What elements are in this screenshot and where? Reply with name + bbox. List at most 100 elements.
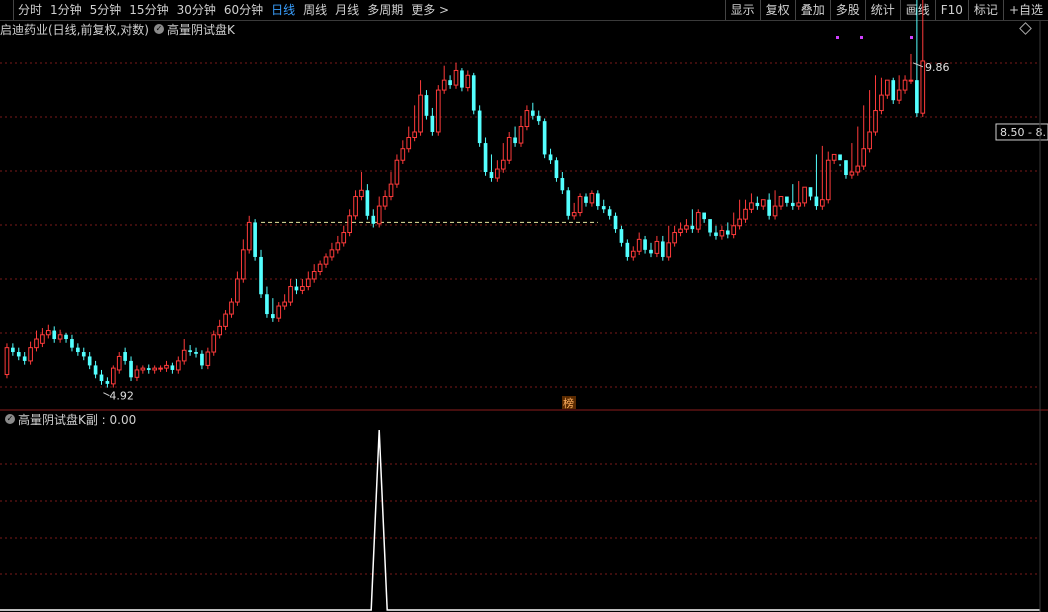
- candle: [353, 190, 358, 220]
- candle-body-down: [271, 314, 275, 319]
- candle-body-up: [158, 367, 163, 370]
- candle: [11, 343, 15, 356]
- candle-body-down: [424, 95, 429, 116]
- candle-body-up: [246, 221, 252, 251]
- candle-body-up: [45, 330, 51, 336]
- candle: [796, 181, 802, 210]
- candle: [506, 131, 512, 164]
- candle: [684, 219, 689, 233]
- candle: [323, 253, 329, 268]
- candle: [300, 278, 305, 295]
- candle-body-up: [441, 79, 447, 91]
- candle: [76, 343, 80, 356]
- candle-body-up: [831, 153, 837, 161]
- candle: [584, 193, 588, 207]
- candle-body-up: [825, 159, 831, 201]
- candle: [915, 0, 919, 117]
- candle-body-up: [353, 196, 358, 217]
- candle-body-up: [849, 171, 855, 176]
- candle-body-up: [867, 131, 872, 150]
- candle: [867, 90, 872, 153]
- candle: [265, 286, 269, 318]
- candle: [406, 126, 412, 153]
- candle-body-up: [465, 74, 471, 89]
- candle: [152, 365, 158, 374]
- candle-body-up: [873, 110, 878, 133]
- candle-body-up: [666, 242, 672, 258]
- candle-body-down: [542, 121, 547, 155]
- candle: [453, 62, 459, 89]
- candle-body-up: [134, 369, 140, 378]
- candle: [359, 172, 364, 201]
- candle-body-up: [341, 232, 347, 244]
- candle-body-up: [57, 334, 63, 340]
- candle: [376, 196, 382, 228]
- candle-body-up: [577, 196, 583, 214]
- candle: [772, 190, 778, 220]
- candle-body-up: [40, 334, 45, 344]
- candle-body-down: [554, 160, 559, 179]
- candle: [276, 302, 282, 322]
- candle-body-up: [276, 305, 282, 319]
- candle-body-down: [253, 222, 257, 257]
- candle: [271, 298, 275, 322]
- candle: [246, 215, 252, 254]
- candle: [920, 0, 926, 117]
- candle: [790, 184, 795, 210]
- candle-body-down: [87, 356, 92, 366]
- candle: [40, 328, 45, 348]
- candle-body-down: [702, 212, 706, 220]
- candle-body-down: [52, 330, 57, 340]
- candle-body-up: [229, 301, 234, 315]
- candle: [849, 143, 855, 179]
- candle: [305, 271, 311, 291]
- annotations-group: 9.86 4.92 8.50 - 8. 榜: [103, 36, 1048, 410]
- candle-body-down: [891, 80, 896, 101]
- candle-body-down: [785, 196, 789, 203]
- candle-body-down: [81, 352, 86, 357]
- candle-body-down: [660, 241, 665, 257]
- candle-body-up: [861, 148, 867, 167]
- candle: [495, 160, 500, 182]
- candle-body-down: [430, 115, 435, 132]
- candle: [483, 137, 488, 176]
- candle: [524, 105, 530, 131]
- candle-body-up: [164, 364, 169, 369]
- candle-body-down: [808, 187, 813, 197]
- candle: [695, 209, 701, 233]
- chart-canvas[interactable]: 9.86 4.92 8.50 - 8. 榜: [0, 0, 1048, 612]
- candle-body-up: [731, 225, 737, 236]
- candle-body-up: [749, 202, 754, 210]
- candle: [760, 199, 766, 210]
- signal-marker-2: [910, 36, 913, 39]
- candle: [560, 172, 565, 195]
- candle: [288, 278, 293, 306]
- candle-body-up: [518, 126, 524, 144]
- candle-body-up: [359, 189, 364, 198]
- candle: [778, 196, 784, 210]
- candle-body-up: [335, 242, 341, 251]
- candle-body-up: [684, 225, 689, 230]
- candle-body-down: [619, 229, 624, 243]
- candle-body-down: [560, 178, 565, 191]
- candle-body-up: [347, 215, 352, 234]
- candle-body-up: [884, 79, 890, 96]
- candle: [418, 80, 423, 136]
- candle-body-up: [760, 199, 766, 207]
- candle-body-up: [672, 232, 677, 244]
- candle-body-down: [755, 202, 760, 207]
- candle-body-up: [524, 110, 530, 128]
- candle-body-down: [613, 215, 618, 230]
- candle-body-down: [70, 339, 74, 348]
- candle: [643, 235, 647, 254]
- candle: [448, 75, 452, 89]
- candle-body-down: [99, 374, 104, 382]
- candle: [465, 70, 471, 92]
- candle-body-down: [170, 365, 175, 370]
- candle-body-up: [288, 286, 293, 303]
- candle: [435, 85, 441, 136]
- candle: [16, 347, 21, 361]
- candle: [625, 239, 630, 261]
- candle-body-up: [4, 347, 10, 376]
- candle: [229, 298, 234, 318]
